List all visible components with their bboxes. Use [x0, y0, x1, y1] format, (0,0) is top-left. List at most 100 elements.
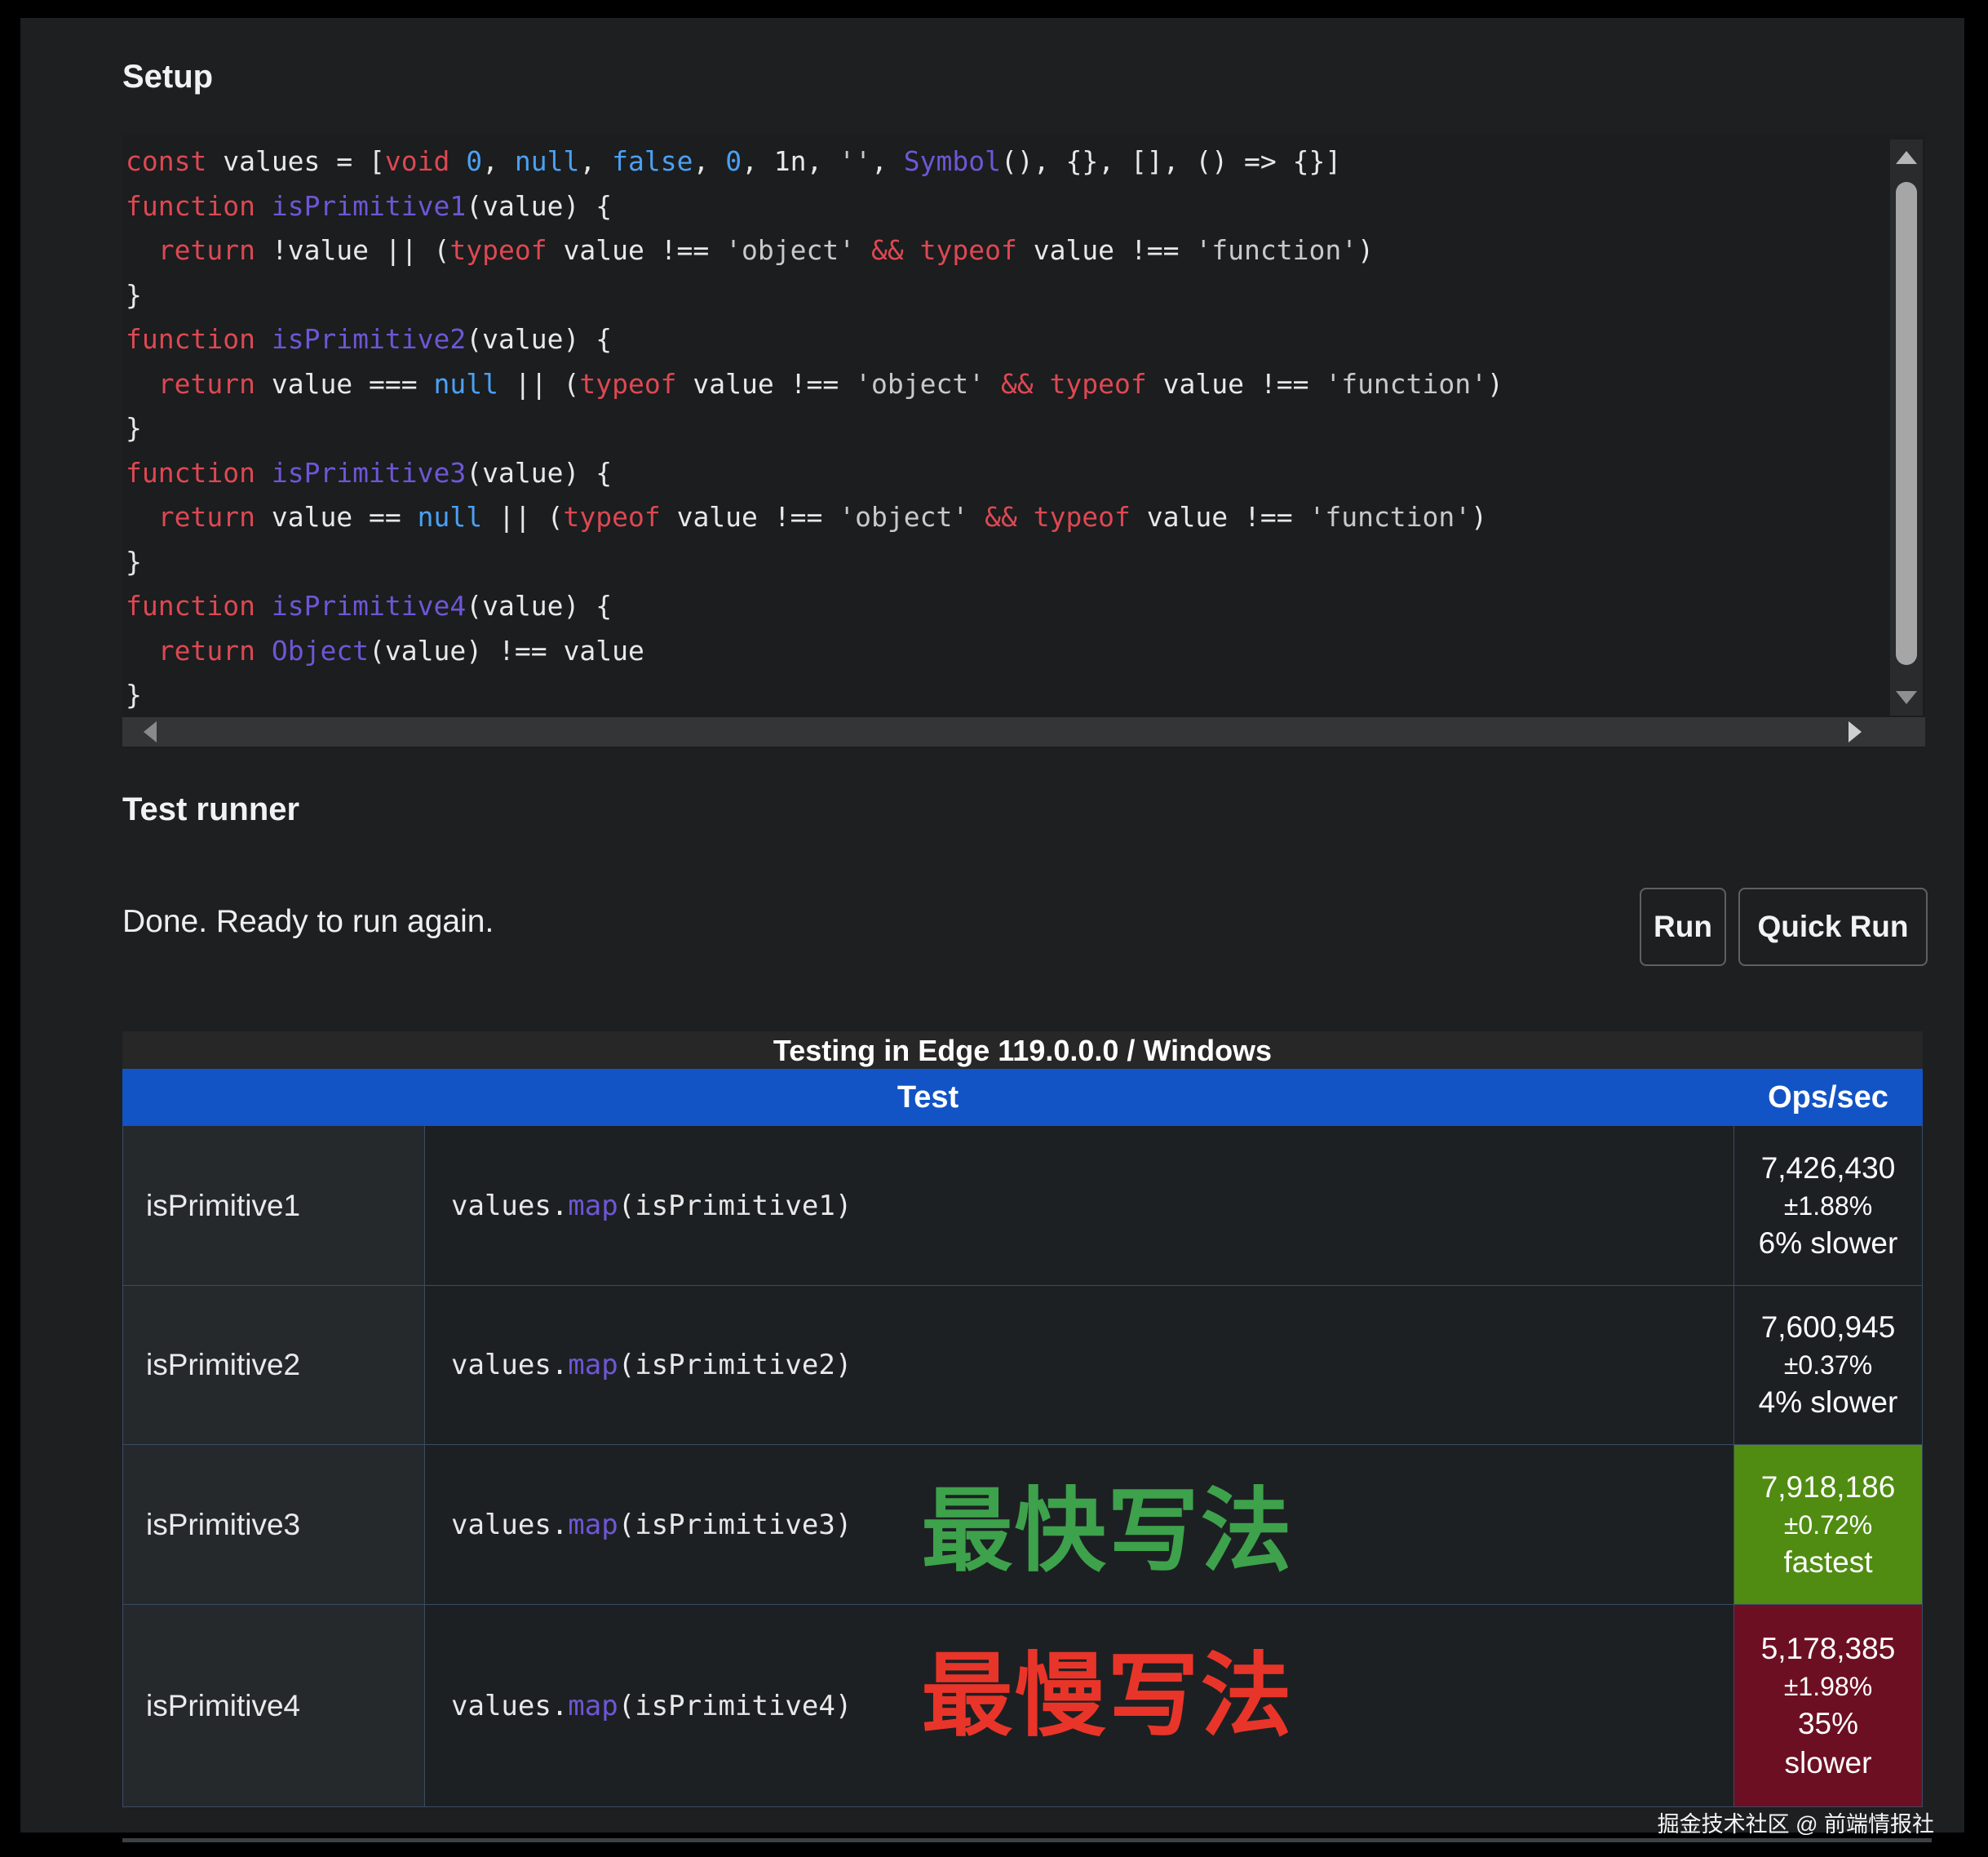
code-line: function isPrimitive4(value) {: [126, 584, 1888, 629]
ops-error: ±1.88%: [1784, 1188, 1872, 1224]
scroll-up-arrow-icon[interactable]: [1896, 151, 1917, 164]
code-token: (isPrimitive1): [618, 1190, 852, 1222]
page: Setup const values = [void 0, null, fals…: [0, 0, 1988, 1857]
setup-code[interactable]: const values = [void 0, null, false, 0, …: [126, 140, 1888, 718]
test-name: isPrimitive1: [122, 1126, 424, 1285]
code-token: value !==: [1017, 234, 1196, 266]
code-token: map: [568, 1349, 618, 1381]
column-header-test: Test: [122, 1069, 1733, 1126]
code-token: !value || (: [255, 234, 449, 266]
code-token: (value) {: [466, 323, 612, 355]
code-token: value !==: [1131, 501, 1309, 533]
code-token: return: [158, 501, 255, 533]
code-line: }: [126, 540, 1888, 585]
code-token: &&: [871, 234, 904, 266]
code-line: }: [126, 673, 1888, 718]
ops-status: 6% slower: [1759, 1224, 1898, 1263]
code-token: return: [158, 368, 255, 400]
test-name: isPrimitive2: [122, 1286, 424, 1444]
code-token: values.: [451, 1509, 568, 1541]
code-token: null: [418, 501, 482, 533]
code-token: typeof: [579, 368, 676, 400]
code-line: function isPrimitive1(value) {: [126, 184, 1888, 229]
ops-cell: 7,426,430 ±1.88% 6% slower: [1733, 1126, 1923, 1285]
code-token: return: [158, 234, 255, 266]
code-token: value !==: [677, 368, 856, 400]
code-token: typeof: [1050, 368, 1147, 400]
code-token: ): [1487, 368, 1503, 400]
scroll-left-arrow-icon[interactable]: [144, 721, 157, 742]
runner-status: Done. Ready to run again.: [122, 904, 494, 940]
code-token: isPrimitive3: [272, 457, 466, 489]
code-token: [1017, 501, 1034, 533]
code-token: ,: [693, 145, 725, 177]
results-table-header: Test Ops/sec: [122, 1069, 1923, 1126]
code-token: values.: [451, 1690, 568, 1722]
code-token: 0: [725, 145, 742, 177]
code-token: (value) {: [466, 457, 612, 489]
code-token: (isPrimitive3): [618, 1509, 852, 1541]
ops-value: 7,600,945: [1761, 1308, 1896, 1347]
code-token: typeof: [563, 501, 660, 533]
code-token: }: [126, 546, 142, 578]
run-button[interactable]: Run: [1640, 888, 1726, 966]
test-name: isPrimitive4: [122, 1605, 424, 1806]
bottom-divider: [122, 1838, 1932, 1842]
code-token: || (: [498, 368, 579, 400]
code-line: return Object(value) !== value: [126, 629, 1888, 674]
code-token: values.: [451, 1190, 568, 1222]
code-token: [126, 635, 158, 667]
code-token: Object: [272, 635, 369, 667]
code-token: value ==: [255, 501, 418, 533]
code-token: ): [1471, 501, 1487, 533]
code-token: const: [126, 145, 206, 177]
code-token: 0: [466, 145, 482, 177]
code-token: (value) {: [466, 590, 612, 622]
quick-run-button[interactable]: Quick Run: [1738, 888, 1928, 966]
code-token: [255, 323, 272, 355]
ops-value: 5,178,385: [1761, 1629, 1896, 1669]
code-token: (isPrimitive4): [618, 1690, 852, 1722]
code-token: (value) {: [466, 190, 612, 222]
ops-cell: 7,600,945 ±0.37% 4% slower: [1733, 1286, 1923, 1444]
scroll-down-arrow-icon[interactable]: [1896, 691, 1917, 704]
code-token: [255, 590, 272, 622]
code-token: Symbol: [904, 145, 1001, 177]
code-token: 'function': [1325, 368, 1487, 400]
code-token: void: [385, 145, 466, 177]
table-row: isPrimitive2 values.map(isPrimitive2) 7,…: [122, 1286, 1923, 1445]
vertical-scrollbar-thumb[interactable]: [1896, 182, 1917, 665]
code-line: const values = [void 0, null, false, 0, …: [126, 140, 1888, 184]
ops-error: ±0.72%: [1784, 1507, 1872, 1543]
setup-heading: Setup: [122, 59, 213, 95]
code-token: return: [158, 635, 255, 667]
code-token: map: [568, 1190, 618, 1222]
code-token: values = [: [206, 145, 385, 177]
code-token: null: [434, 368, 498, 400]
horizontal-scrollbar[interactable]: [122, 717, 1925, 747]
code-token: (isPrimitive2): [618, 1349, 852, 1381]
code-token: value ===: [255, 368, 434, 400]
code-token: ,: [871, 145, 904, 177]
code-token: isPrimitive4: [272, 590, 466, 622]
ops-value: 7,918,186: [1761, 1468, 1896, 1507]
scroll-right-arrow-icon[interactable]: [1849, 721, 1862, 742]
code-token: }: [126, 679, 142, 711]
code-token: 'object': [725, 234, 855, 266]
code-token: values.: [451, 1349, 568, 1381]
code-token: 'function': [1195, 234, 1357, 266]
code-line: function isPrimitive3(value) {: [126, 451, 1888, 496]
setup-code-editor[interactable]: const values = [void 0, null, false, 0, …: [122, 135, 1925, 748]
code-token: typeof: [920, 234, 1017, 266]
code-token: [1034, 368, 1050, 400]
vertical-scrollbar[interactable]: [1890, 140, 1923, 716]
code-token: }: [126, 412, 142, 444]
code-line: return value == null || (typeof value !=…: [126, 495, 1888, 540]
column-header-ops: Ops/sec: [1733, 1069, 1923, 1126]
code-token: , 1n,: [742, 145, 839, 177]
ops-cell: 7,918,186 ±0.72% fastest: [1733, 1445, 1923, 1604]
code-token: (), {}, [], () => {}]: [1001, 145, 1341, 177]
code-token: 'function': [1308, 501, 1471, 533]
code-token: [126, 501, 158, 533]
code-token: &&: [985, 501, 1017, 533]
